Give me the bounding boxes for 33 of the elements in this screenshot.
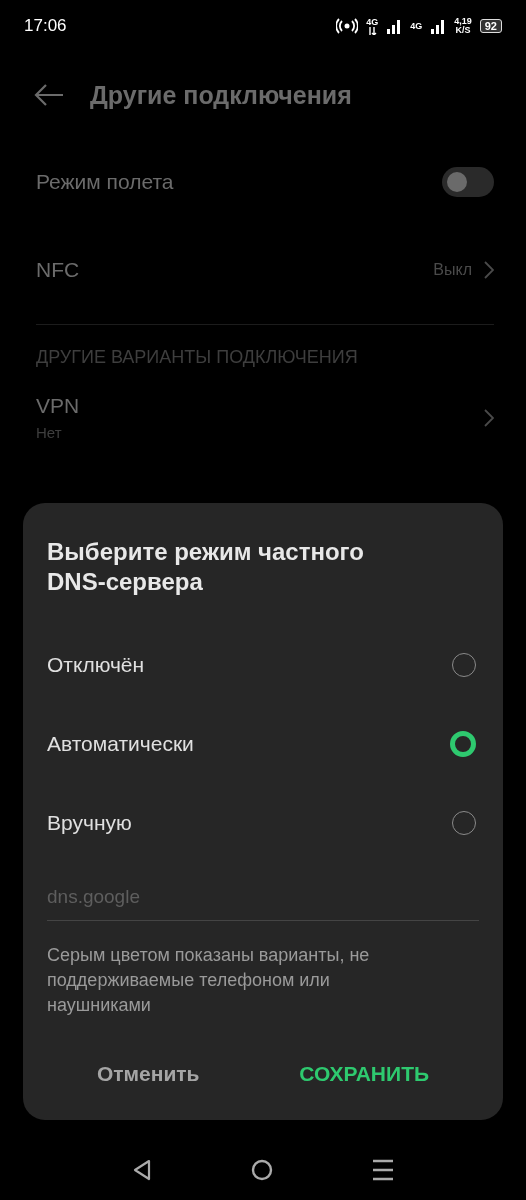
clock: 17:06 (24, 16, 67, 36)
chevron-right-icon (484, 261, 494, 279)
hotspot-icon (336, 18, 359, 34)
page-title: Другие подключения (90, 80, 352, 110)
home-icon[interactable] (251, 1159, 273, 1181)
cancel-button[interactable]: Отменить (76, 1052, 220, 1096)
toggle-switch[interactable] (442, 167, 494, 197)
network-type: 4G (366, 17, 379, 27)
option-label: Автоматически (47, 731, 194, 756)
option-label: Отключён (47, 652, 145, 677)
radio-button[interactable] (450, 730, 476, 757)
speed-unit: K/S (455, 26, 471, 35)
section-title: ДРУГИЕ ВАРИАНТЫ ПОДКЛЮЧЕНИЯ (35, 346, 359, 368)
signal-icon (430, 18, 447, 34)
hostname-field[interactable]: dns.google (47, 876, 479, 921)
setting-value: Выкл (433, 261, 472, 279)
save-button[interactable]: СОХРАНИТЬ (279, 1052, 450, 1096)
data-arrows-icon (367, 26, 377, 35)
back-arrow-icon[interactable] (34, 83, 64, 107)
speed-value: 4,19 (454, 17, 472, 26)
setting-label: Режим полета (36, 170, 174, 194)
option-label: Вручную (47, 810, 132, 835)
chevron-right-icon (484, 408, 494, 427)
dialog-title: Выберите режим частного DNS-сервера (47, 537, 365, 597)
setting-label: VPN (36, 394, 80, 418)
setting-label: NFC (36, 258, 80, 282)
battery-level: 92 (479, 19, 502, 33)
network-type: 4G (410, 21, 423, 31)
menu-icon[interactable] (373, 1159, 393, 1181)
back-icon[interactable] (133, 1159, 151, 1181)
signal-icon (386, 18, 403, 34)
dialog-note: Серым цветом показаны варианты, не поддерживаемые телефоном или наушниками (47, 944, 371, 1017)
setting-value: Нет (36, 424, 63, 441)
